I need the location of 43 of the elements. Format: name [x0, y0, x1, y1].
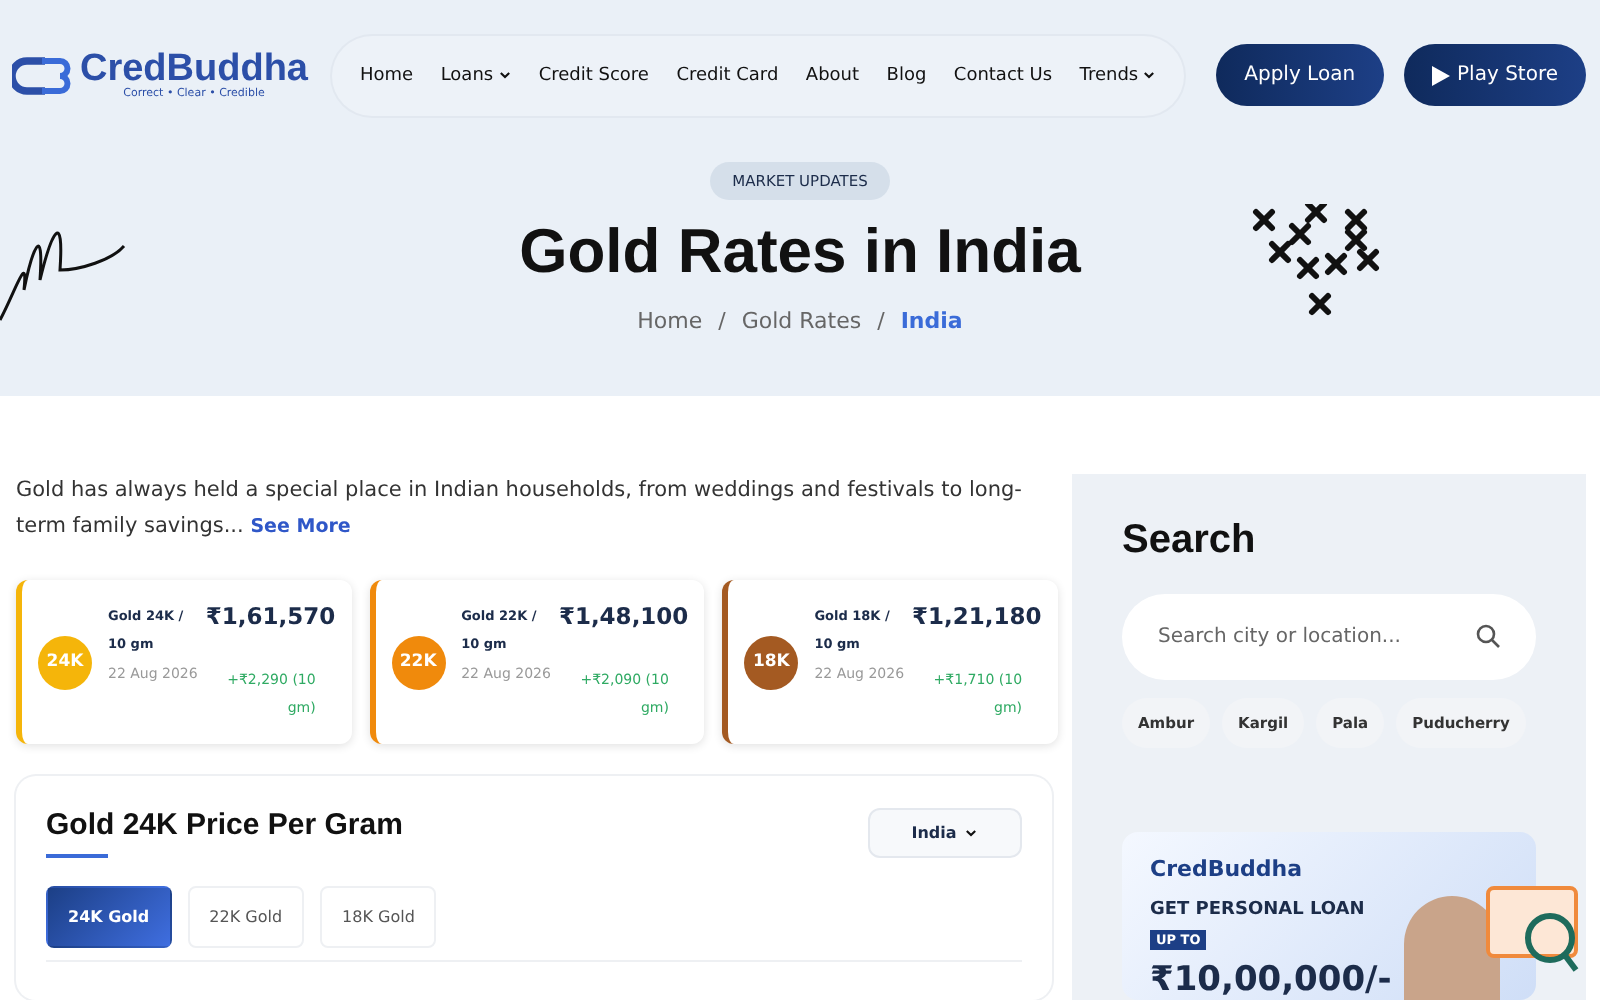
breadcrumb-link[interactable]: Gold Rates [741, 308, 862, 334]
nav-link[interactable]: Contact Us [953, 65, 1053, 85]
rate-price: ₹1,48,100 [558, 602, 689, 630]
see-more-link[interactable]: See More [250, 516, 351, 538]
chevron-down-icon [497, 68, 512, 82]
brand-name: CredBuddha [80, 50, 308, 88]
play-store-button[interactable]: Play Store [1403, 44, 1586, 106]
apply-button[interactable]: Apply Loan [1216, 44, 1384, 106]
logo-icon [12, 51, 72, 99]
breadcrumb-link[interactable]: India [900, 308, 963, 334]
panel-title: Gold 24K Price Per Gram [46, 808, 403, 842]
search-icon [1476, 624, 1500, 648]
nav-link[interactable]: Blog [886, 65, 927, 85]
ad-brand: CredBuddha [1150, 856, 1305, 882]
breadcrumb-separator: / [877, 308, 885, 334]
chevron-down-icon [1142, 68, 1157, 82]
karat-tab[interactable]: 18K Gold [320, 886, 437, 948]
rate-price: ₹1,21,180 [912, 602, 1042, 630]
nav-link[interactable]: Credit Score [538, 65, 649, 85]
sidebar-title: Search [1122, 518, 1258, 564]
nav-link[interactable]: About [805, 65, 860, 85]
title-underline [46, 854, 108, 858]
karat-badge: 18K [744, 635, 799, 689]
nav-link[interactable]: Loans [440, 65, 512, 85]
chevron-down-icon [964, 826, 979, 840]
ad-headline: GET PERSONAL LOAN [1150, 900, 1367, 920]
karat-badge: 24K [38, 635, 92, 689]
karat-tab[interactable]: 22K Gold [187, 886, 305, 948]
karat-tab[interactable]: 24K Gold [46, 886, 172, 948]
nav-link[interactable]: Credit Card [676, 65, 779, 85]
breadcrumb-separator: / [718, 308, 726, 334]
location-select[interactable]: India [868, 808, 1022, 858]
chat-widget-icon[interactable] [1484, 884, 1584, 976]
page-title: Gold Rates in India [519, 216, 1081, 288]
ad-amount: ₹10,00,000/- [1150, 960, 1392, 1000]
play-icon [1431, 65, 1450, 85]
nav-link[interactable]: Trends [1079, 65, 1157, 85]
nav-link[interactable]: Home [360, 65, 414, 85]
intro-paragraph: Gold has always held a special place in Indian households, from weddings and festivals to long-term family savings... See More [16, 476, 1024, 542]
rate-price: ₹1,61,570 [205, 602, 336, 630]
breadcrumb-link[interactable]: Home [637, 308, 703, 334]
karat-badge: 22K [391, 635, 446, 689]
search-field[interactable]: Search city or location... [1122, 594, 1536, 680]
